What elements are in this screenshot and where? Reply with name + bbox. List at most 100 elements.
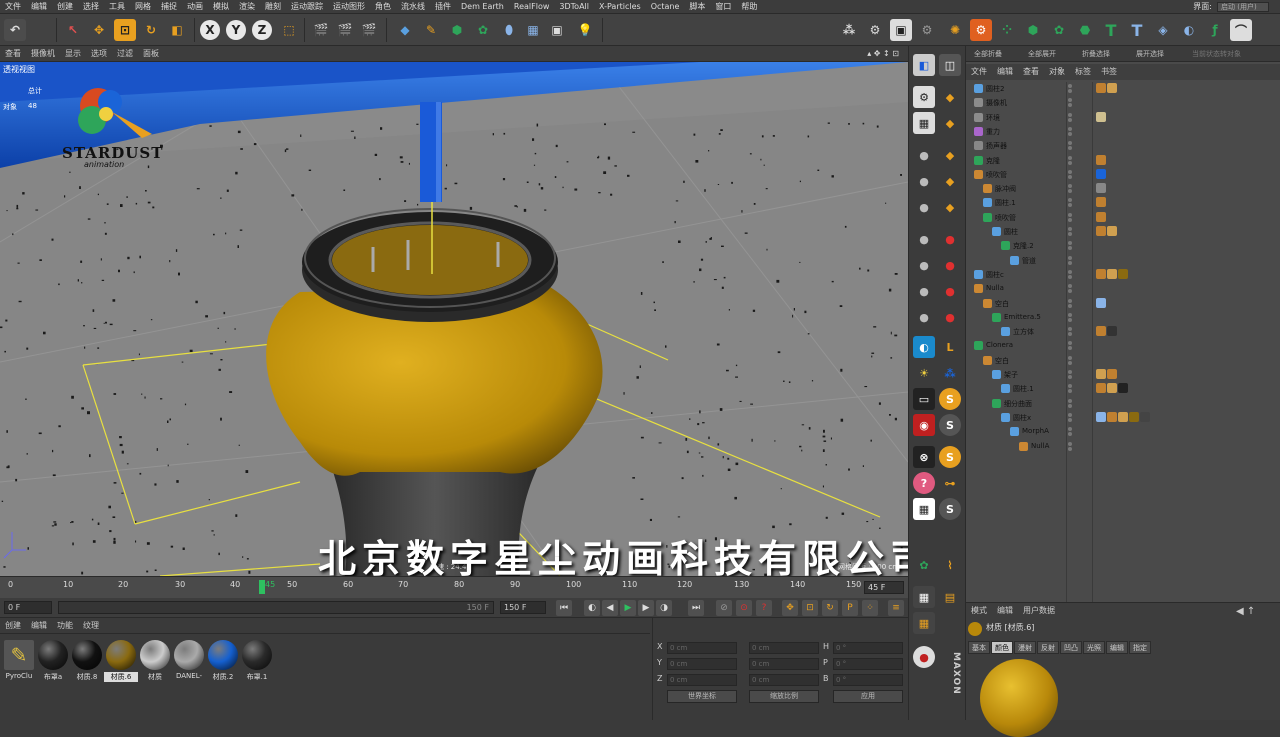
axis-y-button[interactable]: Y [226, 20, 246, 40]
edit-mode-icon[interactable]: ◧ [913, 54, 935, 76]
object-row[interactable]: 立方体 [966, 325, 1280, 339]
visibility-dots[interactable] [1066, 283, 1074, 295]
object-row[interactable]: 架子 [966, 368, 1280, 382]
object-menu-item[interactable]: 对象 [1044, 64, 1070, 80]
rot-h-field[interactable]: 0 ° [833, 642, 903, 654]
object-manager-action[interactable]: 展开选择 [1136, 49, 1164, 59]
light-icon[interactable]: 💡 [574, 19, 596, 41]
texture-axis-icon[interactable]: ◆ [939, 112, 961, 134]
inactive-icon[interactable]: ⚙ [916, 19, 938, 41]
checker-icon[interactable]: ▦ [913, 498, 935, 520]
xp-cache-icon[interactable]: ⬣ [1074, 19, 1096, 41]
subdivision-icon[interactable]: ⬢ [446, 19, 468, 41]
menu-item[interactable]: 工具 [104, 0, 130, 14]
sphere-icon[interactable]: ◐ [1178, 19, 1200, 41]
xp-generator-icon[interactable]: ⬢ [1022, 19, 1044, 41]
goto-start-icon[interactable]: ⏮ [556, 600, 572, 616]
pink-ball-icon[interactable]: ? [913, 472, 935, 494]
attribute-tab[interactable]: 基本 [968, 641, 990, 654]
object-row[interactable]: NullA [966, 440, 1280, 454]
object-row[interactable]: 重力 [966, 125, 1280, 139]
key-scale-icon[interactable]: ⊡ [802, 600, 818, 616]
half-circle-icon[interactable]: ◐ [913, 336, 935, 358]
film-icon[interactable]: ▤ [939, 586, 961, 608]
object-row[interactable]: 扬声器 [966, 139, 1280, 153]
undo-icon[interactable]: ↶ [4, 19, 26, 41]
perspective-viewport[interactable]: 透视视图 总计 对象 48 STARDUST animation 帧速 : 24… [0, 62, 908, 576]
sphere-red-icon[interactable]: ● [939, 228, 961, 250]
edges-cube-icon[interactable]: ◆ [939, 170, 961, 192]
object-row[interactable]: 环境 [966, 111, 1280, 125]
points-mode-icon[interactable]: ● [913, 144, 935, 166]
texture-mode-icon[interactable]: ▦ [913, 112, 935, 134]
material-menu-item[interactable]: 功能 [52, 618, 78, 634]
tag-icon[interactable] [1096, 168, 1106, 179]
script-s-icon[interactable]: S [939, 388, 961, 410]
material-slot[interactable]: DANEL- [172, 638, 206, 684]
link-icon[interactable]: ⊗ [913, 446, 935, 468]
model-mode-icon[interactable]: ⚙ [913, 86, 935, 108]
visibility-dots[interactable] [1066, 183, 1074, 195]
tag-icon[interactable] [1140, 411, 1150, 422]
render-picture-icon[interactable]: 🎬 [334, 19, 356, 41]
menu-item[interactable]: 捕捉 [156, 0, 182, 14]
menu-item[interactable]: Octane [646, 0, 685, 14]
timeline-icon[interactable]: ≡ [888, 600, 904, 616]
size-y-field[interactable]: 0 cm [749, 658, 819, 670]
script-s4-icon[interactable]: S [939, 498, 961, 520]
object-row[interactable]: 喷吹管 [966, 211, 1280, 225]
menu-item[interactable]: 脚本 [684, 0, 710, 14]
object-row[interactable]: 圆柱.1 [966, 196, 1280, 210]
viewport-menu-item[interactable]: 选项 [86, 46, 112, 62]
visibility-dots[interactable] [1066, 269, 1074, 281]
tag-icon[interactable] [1107, 326, 1117, 337]
attribute-menu-item[interactable]: 用户数据 [1018, 603, 1060, 619]
visibility-dots[interactable] [1066, 355, 1074, 367]
tag-icon[interactable] [1096, 197, 1106, 208]
size-x-field[interactable]: 0 cm [749, 642, 819, 654]
formula-icon[interactable]: ƒ [1204, 19, 1226, 41]
visibility-dots[interactable] [1066, 226, 1074, 238]
coordinate-system-icon[interactable]: ⬚ [278, 19, 300, 41]
viewport-menu-item[interactable]: 面板 [138, 46, 164, 62]
object-row[interactable]: Clonera [966, 339, 1280, 353]
sphere-red3-icon[interactable]: ● [939, 280, 961, 302]
object-row[interactable]: 脉冲阀 [966, 182, 1280, 196]
cube-icon[interactable]: ◆ [394, 19, 416, 41]
menu-item[interactable]: 动画 [182, 0, 208, 14]
key-rotation-icon[interactable]: ↻ [822, 600, 838, 616]
tag-icon[interactable] [1096, 226, 1106, 236]
object-row[interactable]: 细分曲面 [966, 397, 1280, 411]
menu-item[interactable]: 角色 [370, 0, 396, 14]
object-row[interactable]: Nulla [966, 282, 1280, 296]
material-slot[interactable]: 布罩a [36, 638, 70, 684]
menu-item[interactable]: X-Particles [594, 0, 646, 14]
menu-item[interactable]: RealFlow [509, 0, 555, 14]
text-tool-icon[interactable]: T [1100, 19, 1122, 41]
snap-icon[interactable]: ◫ [939, 54, 961, 76]
tag-icon[interactable] [1107, 383, 1117, 394]
sun-icon[interactable]: ✺ [944, 19, 966, 41]
attribute-tab[interactable]: 编辑 [1106, 641, 1128, 654]
menu-item[interactable]: 雕刻 [260, 0, 286, 14]
pen-icon[interactable]: ✎ [420, 19, 442, 41]
visibility-dots[interactable] [1066, 326, 1074, 338]
viewport-menu-item[interactable]: 摄像机 [26, 46, 60, 62]
timeline-ruler[interactable]: 45 F 0 10 20 30 40 45 50 60 70 80 90 100 110 120 130 14… [0, 576, 908, 598]
object-row[interactable]: 圆柱c [966, 268, 1280, 282]
eraser-icon[interactable]: ● [913, 646, 935, 668]
lock-icon[interactable]: ▦ [913, 586, 935, 608]
tag-icon[interactable] [1096, 83, 1106, 93]
rot-p-field[interactable]: 0 ° [833, 658, 903, 670]
tag-icon[interactable] [1096, 411, 1106, 422]
spline-icon[interactable]: ⌒ [1230, 19, 1252, 41]
object-row[interactable]: 克隆 [966, 154, 1280, 168]
light-bulb-icon[interactable]: ☀ [913, 362, 935, 384]
size-z-field[interactable]: 0 cm [749, 674, 819, 686]
cube-outline-icon[interactable]: ◈ [1152, 19, 1174, 41]
polygons-cube-icon[interactable]: ◆ [939, 196, 961, 218]
menu-item[interactable]: 模拟 [208, 0, 234, 14]
attribute-tab[interactable]: 凹凸 [1060, 641, 1082, 654]
material-menu-item[interactable]: 编辑 [26, 618, 52, 634]
visibility-dots[interactable] [1066, 340, 1074, 352]
